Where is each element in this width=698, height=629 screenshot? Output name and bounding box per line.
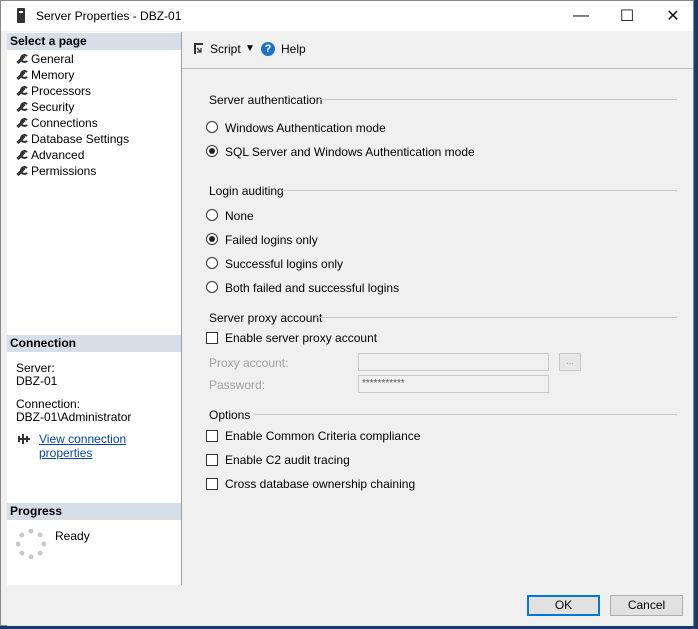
- nav-item-label: Security: [31, 100, 75, 114]
- nav-item-processors[interactable]: Processors: [15, 83, 91, 99]
- audit-failed-radio[interactable]: [206, 233, 218, 245]
- enable-proxy-label: Enable server proxy account: [225, 331, 378, 345]
- footer: OK Cancel: [7, 586, 693, 626]
- browse-button[interactable]: ...: [559, 353, 581, 371]
- divider: [282, 190, 677, 191]
- cross-db-ownership-checkbox[interactable]: [206, 478, 218, 490]
- nav-item-advanced[interactable]: Advanced: [15, 147, 84, 163]
- audit-successful-label: Successful logins only: [225, 257, 344, 271]
- view-connection-properties-link[interactable]: View connection properties: [39, 432, 181, 460]
- divider: [315, 317, 677, 318]
- audit-successful-radio[interactable]: [206, 257, 218, 269]
- divider: [320, 99, 677, 100]
- progress-header: Progress: [7, 503, 181, 520]
- nav-item-label: Processors: [31, 84, 92, 98]
- script-icon: [194, 43, 203, 54]
- audit-failed-label: Failed logins only: [225, 233, 318, 247]
- nav-item-general[interactable]: General: [15, 51, 74, 67]
- cross-db-ownership-label: Cross database ownership chaining: [225, 477, 416, 491]
- maximize-button[interactable]: ☐: [604, 1, 650, 31]
- server-icon: [17, 8, 25, 23]
- c2-audit-checkbox[interactable]: [206, 454, 218, 466]
- progress-status: Ready: [55, 529, 90, 543]
- wrench-icon: [15, 150, 29, 160]
- help-label: Help: [281, 42, 306, 56]
- server-authentication-title: Server authentication: [209, 93, 323, 107]
- c2-audit-label: Enable C2 audit tracing: [225, 453, 350, 467]
- nav-item-label: Permissions: [31, 164, 97, 178]
- server-proxy-title: Server proxy account: [209, 311, 323, 325]
- windows-auth-radio[interactable]: [206, 121, 218, 133]
- wrench-icon: [15, 166, 29, 176]
- nav-item-permissions[interactable]: Permissions: [15, 163, 96, 179]
- password-input[interactable]: ***********: [358, 375, 549, 393]
- common-criteria-checkbox[interactable]: [206, 430, 218, 442]
- script-button[interactable]: Script: [191, 42, 241, 56]
- audit-both-label: Both failed and successful logins: [225, 281, 400, 295]
- proxy-account-input[interactable]: [358, 353, 549, 371]
- connection-label: Connection:: [16, 397, 81, 411]
- nav-item-label: General: [31, 52, 74, 66]
- toolbar: Script ▼ ? Help: [182, 32, 693, 69]
- sql-windows-auth-label: SQL Server and Windows Authentication mo…: [225, 145, 475, 159]
- windows-auth-label: Windows Authentication mode: [225, 121, 386, 135]
- left-pane: Select a page General Memory Processors …: [7, 32, 182, 585]
- help-icon: ?: [261, 42, 275, 56]
- nav-item-database-settings[interactable]: Database Settings: [15, 131, 129, 147]
- progress-spinner-icon: [16, 529, 46, 559]
- wrench-icon: [15, 86, 29, 96]
- wrench-icon: [15, 118, 29, 128]
- wrench-icon: [15, 102, 29, 112]
- title-bar[interactable]: Server Properties - DBZ-01 — ☐ ✕: [1, 1, 693, 31]
- script-dropdown-arrow-icon[interactable]: ▼: [245, 43, 255, 54]
- nav-item-label: Advanced: [31, 148, 85, 162]
- help-button[interactable]: ? Help: [261, 42, 306, 56]
- nav-item-security[interactable]: Security: [15, 99, 74, 115]
- server-properties-window: Server Properties - DBZ-01 — ☐ ✕ Select …: [0, 0, 694, 626]
- proxy-account-label: Proxy account:: [209, 356, 289, 370]
- audit-none-radio[interactable]: [206, 209, 218, 221]
- sql-windows-auth-radio[interactable]: [206, 145, 218, 157]
- cancel-button[interactable]: Cancel: [610, 595, 683, 616]
- wrench-icon: [15, 54, 29, 64]
- script-label: Script: [210, 42, 241, 56]
- nav-item-connections[interactable]: Connections: [15, 115, 98, 131]
- right-pane: Script ▼ ? Help Server authentication Wi…: [182, 32, 693, 585]
- nav-item-label: Memory: [31, 68, 75, 82]
- close-button[interactable]: ✕: [650, 1, 696, 31]
- common-criteria-label: Enable Common Criteria compliance: [225, 429, 421, 443]
- divider: [253, 414, 677, 415]
- audit-none-label: None: [225, 209, 254, 223]
- connection-value: DBZ-01\Administrator: [16, 410, 132, 424]
- wrench-icon: [15, 134, 29, 144]
- window-title: Server Properties - DBZ-01: [36, 9, 182, 23]
- wrench-icon: [15, 70, 29, 80]
- plug-icon: [18, 434, 30, 444]
- nav-item-label: Database Settings: [31, 132, 130, 146]
- ok-button[interactable]: OK: [527, 595, 600, 616]
- connection-header: Connection: [7, 335, 181, 352]
- enable-proxy-checkbox[interactable]: [206, 332, 218, 344]
- server-label: Server:: [16, 361, 55, 375]
- login-auditing-title: Login auditing: [209, 184, 284, 198]
- nav-item-memory[interactable]: Memory: [15, 67, 74, 83]
- password-label: Password:: [209, 378, 266, 392]
- nav-item-label: Connections: [31, 116, 98, 130]
- options-title: Options: [209, 408, 251, 422]
- audit-both-radio[interactable]: [206, 281, 218, 293]
- server-value: DBZ-01: [16, 374, 58, 388]
- select-page-header: Select a page: [7, 33, 181, 50]
- minimize-button[interactable]: —: [558, 1, 604, 31]
